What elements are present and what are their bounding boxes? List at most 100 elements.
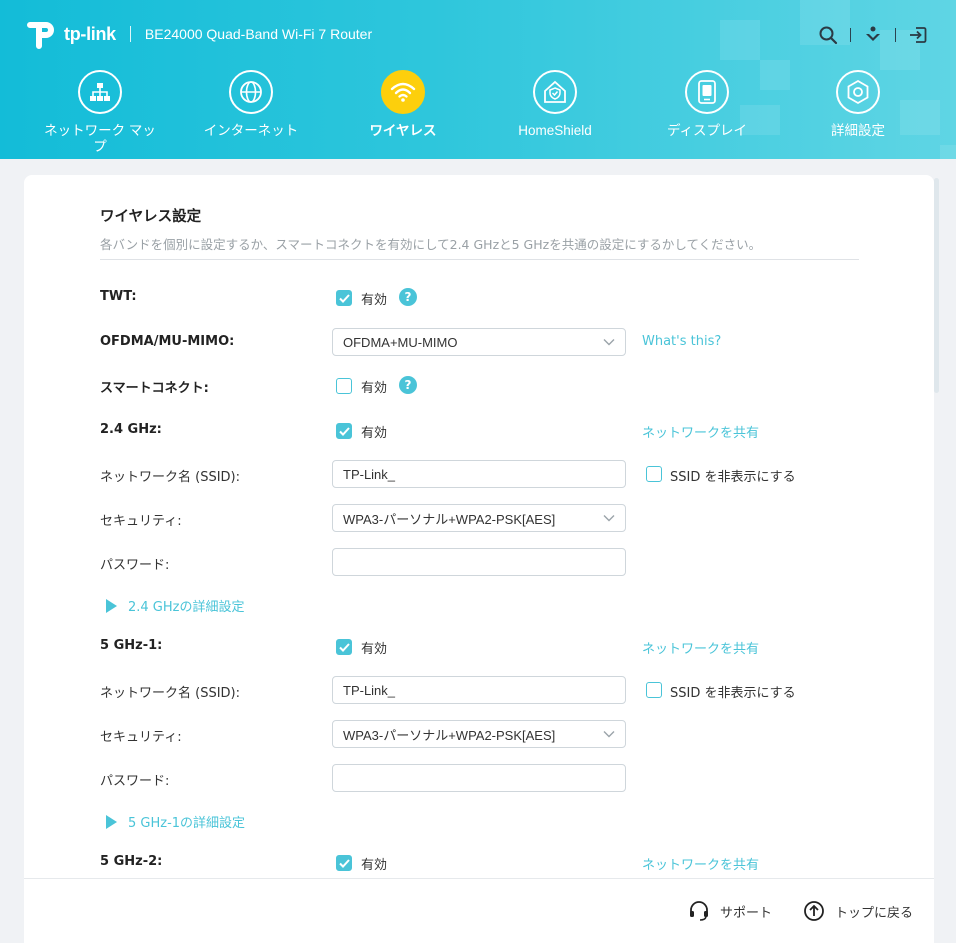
- nav-item-internet[interactable]: インターネット: [176, 70, 326, 139]
- band-enable-label: 有効: [361, 858, 388, 873]
- password-input-24[interactable]: [332, 548, 626, 576]
- hide-ssid-checkbox-5g1[interactable]: [646, 682, 662, 698]
- nav-item-wireless[interactable]: ワイヤレス: [328, 70, 478, 139]
- band-label: 5 GHz-1:: [100, 638, 163, 653]
- nav-label: 詳細設定: [831, 123, 885, 138]
- nav-label: インターネット: [203, 123, 299, 138]
- band-label: 5 GHz-2:: [100, 854, 163, 869]
- nav-item-homeshield[interactable]: HomeShield: [480, 70, 630, 139]
- smart-connect-checkbox[interactable]: [336, 378, 352, 394]
- share-network-link[interactable]: ネットワークを共有: [642, 422, 759, 441]
- security-select-value: WPA3-パーソナル+WPA2-PSK[AES]: [343, 727, 556, 743]
- band-24-enable-checkbox[interactable]: [336, 423, 352, 439]
- support-button[interactable]: サポート: [688, 900, 772, 922]
- brand: tp-link BE24000 Quad-Band Wi-Fi 7 Router: [24, 14, 372, 54]
- ssid-label: ネットワーク名 (SSID):: [100, 470, 241, 485]
- advanced-toggle-label: 2.4 GHzの詳細設定: [128, 600, 245, 615]
- hide-ssid-label: SSID を非表示にする: [670, 470, 796, 485]
- nav-item-network-map[interactable]: ネットワーク マップ: [25, 70, 175, 155]
- nav-label: ワイヤレス: [369, 123, 437, 138]
- tp-link-logo-icon: [24, 16, 60, 52]
- password-input-field[interactable]: [343, 770, 615, 786]
- security-select-5g1[interactable]: WPA3-パーソナル+WPA2-PSK[AES]: [332, 720, 626, 748]
- advanced-toggle-24[interactable]: 2.4 GHzの詳細設定: [106, 596, 244, 615]
- ssid-input-5g1[interactable]: [332, 676, 626, 704]
- nav-label: HomeShield: [518, 123, 592, 138]
- ssid-input-field[interactable]: [343, 682, 615, 698]
- expand-triangle-icon: [106, 814, 117, 829]
- advanced-toggle-5g1[interactable]: 5 GHz-1の詳細設定: [106, 812, 245, 831]
- whats-this-link[interactable]: What's this?: [642, 334, 721, 349]
- scrollbar-thumb[interactable]: [934, 178, 939, 393]
- hide-ssid-label: SSID を非表示にする: [670, 686, 796, 701]
- check-icon: [338, 293, 350, 303]
- nav-label: ネットワーク マップ: [44, 123, 156, 154]
- header-tools: [816, 23, 930, 47]
- password-label: パスワード:: [100, 558, 170, 573]
- security-select-24[interactable]: WPA3-パーソナル+WPA2-PSK[AES]: [332, 504, 626, 532]
- network-map-icon: [78, 70, 122, 114]
- display-icon: [685, 70, 729, 114]
- hide-ssid-checkbox-24[interactable]: [646, 466, 662, 482]
- gear-icon: [836, 70, 880, 114]
- ofdma-select[interactable]: OFDMA+MU-MIMO: [332, 328, 626, 356]
- wifi-icon: [381, 70, 425, 114]
- back-to-top-button[interactable]: トップに戻る: [803, 900, 913, 922]
- chevron-down-icon: [603, 731, 615, 738]
- section-title: ワイヤレス設定: [100, 209, 202, 225]
- support-label: サポート: [720, 905, 773, 921]
- band-5g1-enable-checkbox[interactable]: [336, 639, 352, 655]
- check-icon: [338, 426, 350, 436]
- ssid-label: ネットワーク名 (SSID):: [100, 686, 241, 701]
- password-input-field[interactable]: [343, 554, 615, 570]
- brand-divider: [129, 26, 131, 42]
- band-label: 2.4 GHz:: [100, 422, 162, 437]
- back-to-top-label: トップに戻る: [835, 905, 914, 921]
- band-enable-label: 有効: [361, 642, 388, 657]
- help-icon[interactable]: ?: [399, 376, 417, 394]
- ofdma-label: OFDMA/MU-MIMO:: [100, 334, 235, 349]
- main-nav: ネットワーク マップ インターネット ワイヤレス HomeShield ディスプ…: [0, 70, 956, 159]
- arrow-up-circle-icon: [804, 901, 824, 921]
- security-label: セキュリティ:: [100, 730, 182, 745]
- nav-item-advanced[interactable]: 詳細設定: [783, 70, 933, 139]
- twt-checkbox[interactable]: [336, 290, 352, 306]
- smart-connect-checkbox-label: 有効: [361, 381, 388, 396]
- nav-label: ディスプレイ: [666, 123, 748, 138]
- smart-connect-label: スマートコネクト:: [100, 381, 209, 396]
- band-5g2-enable-checkbox[interactable]: [336, 855, 352, 871]
- check-icon: [338, 642, 350, 652]
- password-input-5g1[interactable]: [332, 764, 626, 792]
- logout-icon[interactable]: [906, 23, 930, 47]
- chevron-down-icon: [603, 339, 615, 346]
- twt-label: TWT:: [100, 289, 137, 304]
- globe-icon: [229, 70, 273, 114]
- nav-item-display[interactable]: ディスプレイ: [632, 70, 782, 139]
- tool-divider: [895, 28, 896, 42]
- header-pattern: [720, 20, 760, 60]
- search-icon[interactable]: [816, 23, 840, 47]
- tool-divider: [850, 28, 851, 42]
- footer-bar: [24, 878, 934, 943]
- ssid-input-field[interactable]: [343, 466, 615, 482]
- share-network-link[interactable]: ネットワークを共有: [642, 854, 759, 873]
- advanced-toggle-label: 5 GHz-1の詳細設定: [128, 816, 246, 831]
- firmware-update-icon[interactable]: [861, 23, 885, 47]
- help-icon[interactable]: ?: [399, 288, 417, 306]
- headset-icon: [690, 901, 708, 921]
- chevron-down-icon: [603, 515, 615, 522]
- top-header: tp-link BE24000 Quad-Band Wi-Fi 7 Router…: [0, 0, 956, 159]
- logo-text: tp-link: [64, 23, 116, 44]
- expand-triangle-icon: [106, 598, 117, 613]
- share-network-link[interactable]: ネットワークを共有: [642, 638, 759, 657]
- security-label: セキュリティ:: [100, 514, 182, 529]
- band-enable-label: 有効: [361, 426, 388, 441]
- password-label: パスワード:: [100, 774, 170, 789]
- twt-checkbox-label: 有効: [361, 293, 388, 308]
- section-description: 各バンドを個別に設定するか、スマートコネクトを有効にして2.4 GHzと5 GH…: [100, 237, 762, 252]
- ofdma-select-value: OFDMA+MU-MIMO: [343, 334, 458, 350]
- router-model: BE24000 Quad-Band Wi-Fi 7 Router: [144, 26, 373, 42]
- ssid-input-24[interactable]: [332, 460, 626, 488]
- check-icon: [338, 858, 350, 868]
- section-divider: [100, 259, 859, 260]
